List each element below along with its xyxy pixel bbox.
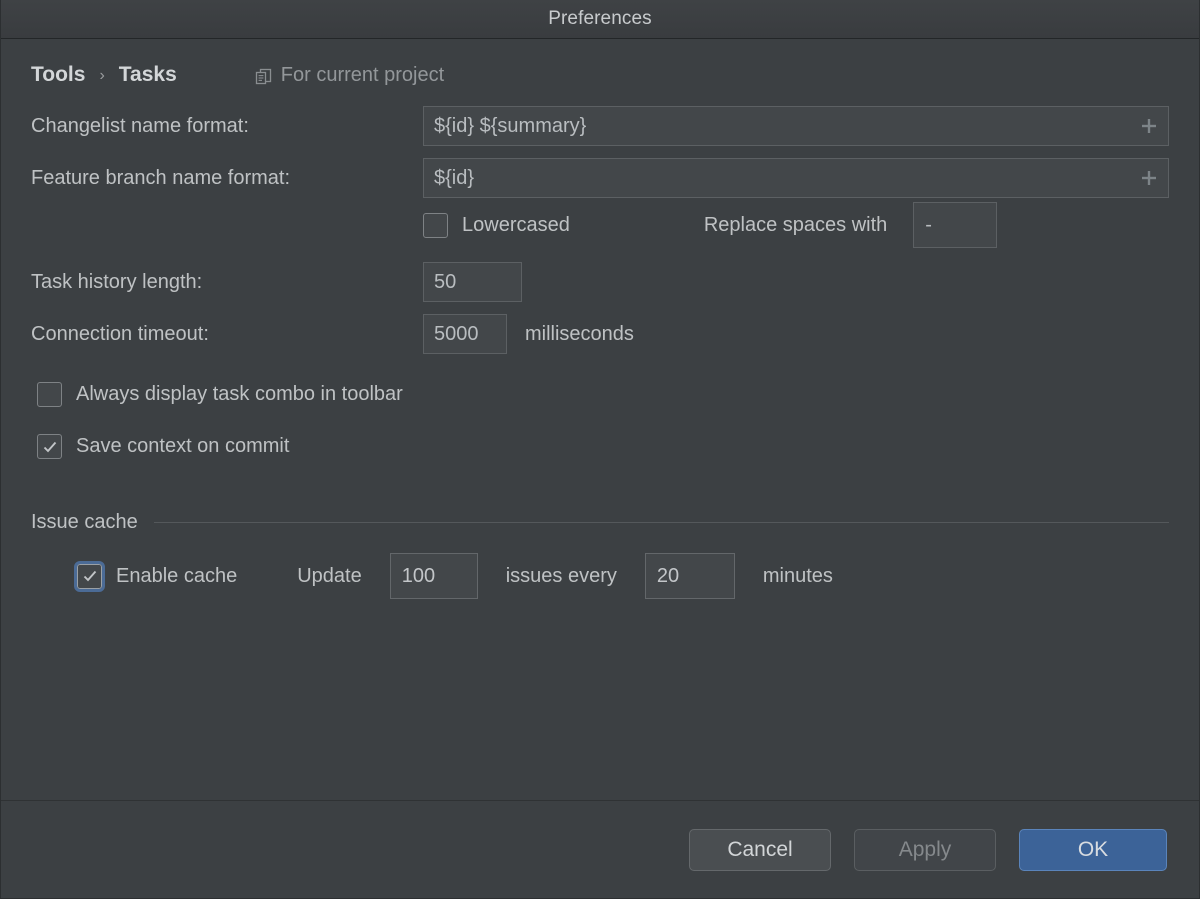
changelist-format-input[interactable]: ${id} ${summary}: [423, 106, 1169, 146]
issue-cache-section-header: Issue cache: [31, 511, 1169, 534]
replace-spaces-input[interactable]: -: [913, 202, 998, 248]
check-icon: [43, 441, 56, 452]
window-titlebar: Preferences: [1, 0, 1199, 39]
issue-cache-row: Enable cache Update 100 issues every 20 …: [31, 550, 1169, 602]
task-history-label: Task history length:: [31, 270, 203, 293]
feature-branch-format-input[interactable]: ${id}: [423, 158, 1169, 198]
connection-timeout-input[interactable]: 5000: [423, 314, 507, 354]
plus-icon[interactable]: [1140, 117, 1158, 135]
changelist-format-label: Changelist name format:: [31, 114, 249, 137]
always-display-combo-label: Always display task combo in toolbar: [76, 383, 403, 405]
connection-timeout-row: Connection timeout: 5000 milliseconds: [31, 313, 1169, 355]
task-history-label-col: Task history length:: [31, 271, 423, 294]
issue-cache-title: Issue cache: [31, 511, 138, 533]
enable-cache-label: Enable cache: [116, 564, 238, 587]
preferences-dialog: Preferences Tools › Tasks For current pr…: [0, 0, 1200, 899]
changelist-label-col: Changelist name format:: [31, 115, 423, 138]
plus-icon[interactable]: [1140, 169, 1158, 187]
enable-cache-checkbox[interactable]: [74, 560, 105, 592]
lowercased-checkbox-wrap[interactable]: Lowercased: [423, 212, 570, 238]
section-divider: [153, 522, 1169, 523]
feature-branch-format-value: ${id}: [434, 166, 475, 189]
changelist-format-value: ${id} ${summary}: [434, 114, 587, 137]
replace-spaces-value: -: [925, 213, 932, 236]
interval-input[interactable]: 20: [644, 553, 735, 599]
breadcrumb: Tools › Tasks For current project: [31, 39, 1169, 105]
feature-branch-label-col: Feature branch name format:: [31, 167, 423, 190]
cancel-button[interactable]: Cancel: [689, 828, 831, 871]
connection-timeout-label: Connection timeout:: [31, 322, 209, 345]
task-history-input[interactable]: 50: [423, 262, 522, 302]
save-context-row[interactable]: Save context on commit: [31, 426, 1169, 467]
update-label: Update: [297, 564, 362, 587]
issues-every-label: issues every: [505, 564, 617, 587]
dialog-footer: Cancel Apply OK: [1, 800, 1199, 898]
always-display-combo-row[interactable]: Always display task combo in toolbar: [31, 374, 1169, 415]
always-display-combo-checkbox[interactable]: [37, 382, 62, 407]
changelist-format-row: Changelist name format: ${id} ${summary}: [31, 105, 1169, 147]
breadcrumb-parent[interactable]: Tools: [31, 63, 85, 87]
scope-indicator: For current project: [255, 64, 444, 87]
lowercased-row: Lowercased Replace spaces with -: [31, 199, 1169, 251]
interval-value: 20: [656, 564, 680, 587]
minutes-label: minutes: [762, 564, 833, 587]
connection-timeout-label-col: Connection timeout:: [31, 323, 423, 346]
breadcrumb-current: Tasks: [118, 63, 177, 86]
scope-label: For current project: [280, 63, 445, 86]
feature-branch-format-row: Feature branch name format: ${id}: [31, 157, 1169, 199]
apply-button[interactable]: Apply: [854, 828, 996, 871]
window-title: Preferences: [548, 8, 652, 29]
connection-timeout-unit: milliseconds: [525, 322, 634, 345]
lowercased-label: Lowercased: [462, 213, 570, 236]
task-history-row: Task history length: 50: [31, 261, 1169, 303]
task-history-value: 50: [434, 270, 457, 293]
connection-timeout-value: 5000: [434, 322, 479, 345]
dialog-content: Tools › Tasks For current project Change…: [1, 39, 1199, 800]
feature-branch-format-label: Feature branch name format:: [31, 166, 291, 189]
breadcrumb-separator-icon: ›: [99, 67, 105, 84]
issues-count-input[interactable]: 100: [389, 553, 478, 599]
save-context-label: Save context on commit: [76, 435, 290, 457]
check-icon: [83, 570, 96, 582]
replace-spaces-label: Replace spaces with: [703, 213, 888, 236]
issues-count-value: 100: [401, 564, 436, 587]
ok-button[interactable]: OK: [1019, 828, 1167, 871]
copy-documents-icon: [255, 68, 272, 85]
lowercased-checkbox[interactable]: [423, 212, 448, 238]
save-context-checkbox[interactable]: [37, 434, 62, 459]
